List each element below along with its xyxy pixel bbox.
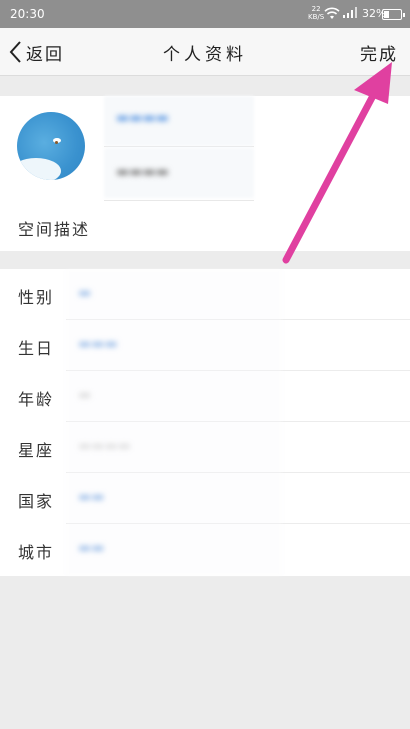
city-label: 城市 — [18, 543, 55, 562]
signature-value: ▬▬▬▬ — [116, 164, 169, 180]
avatar[interactable] — [17, 112, 85, 180]
birthday-label: 生日 — [18, 339, 55, 358]
arrow-annotation-icon — [282, 62, 392, 264]
status-time: 20:30 — [10, 7, 45, 21]
constellation-label: 星座 — [18, 441, 55, 460]
wifi-icon — [324, 7, 340, 23]
country-label: 国家 — [18, 492, 55, 511]
signal-icon — [342, 7, 358, 22]
network-speed: 22 KB/S — [308, 5, 325, 21]
status-bar: 20:30 22 KB/S 32% — [0, 0, 410, 28]
space-description-label[interactable]: 空间描述 — [18, 216, 90, 240]
nickname-value: ▬▬▬▬ — [116, 110, 169, 126]
age-label: 年龄 — [18, 390, 55, 409]
info-section: 性别 ▬ 生日 ▬▬▬ 年龄 ▬ 星座 ▬▬▬▬ 国家 ▬▬ 城市 ▬▬ — [0, 269, 410, 576]
battery-icon — [382, 9, 405, 20]
gender-label: 性别 — [18, 288, 55, 307]
